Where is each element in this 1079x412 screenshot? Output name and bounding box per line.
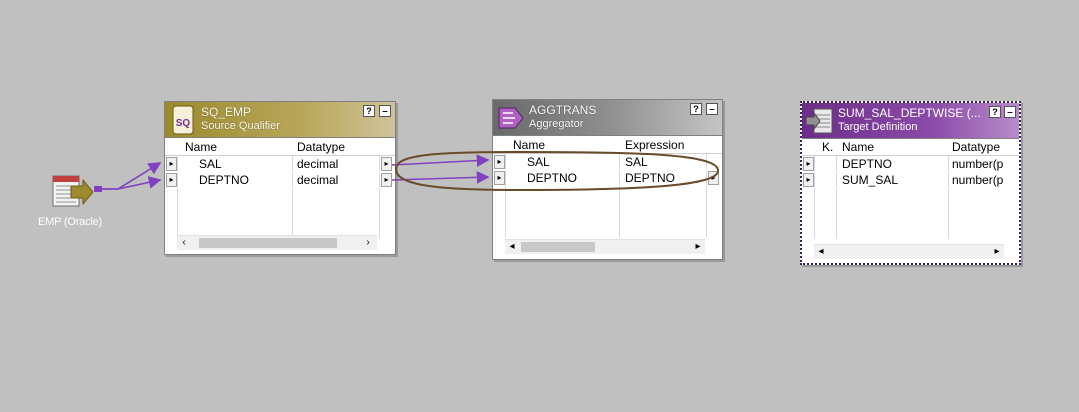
port-links bbox=[94, 150, 719, 192]
highlight-ellipse bbox=[394, 150, 719, 192]
link-deptno-source[interactable] bbox=[96, 176, 162, 190]
mapping-canvas[interactable]: EMP (Oracle) SQ SQ_EMP Source Qualifier … bbox=[0, 0, 1079, 412]
link-sal-aggregator[interactable] bbox=[391, 154, 490, 167]
link-sal-source[interactable] bbox=[96, 162, 162, 190]
